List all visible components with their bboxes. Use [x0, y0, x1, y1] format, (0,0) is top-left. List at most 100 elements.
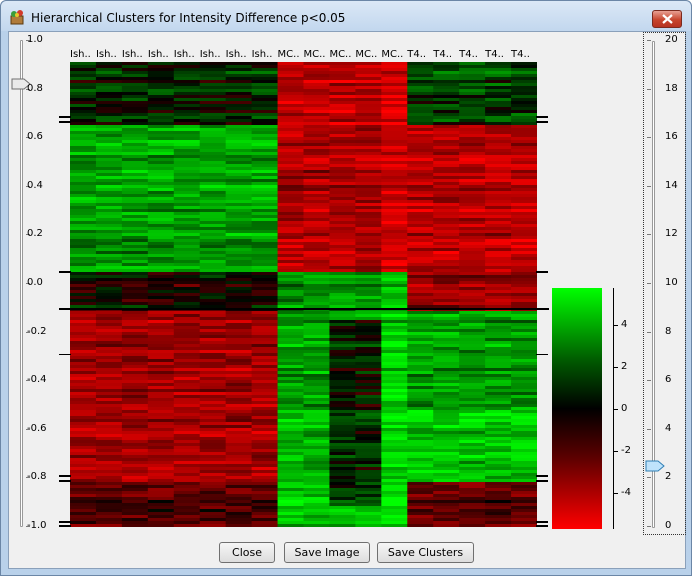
right_slider-tick: [647, 477, 651, 479]
save-image-button[interactable]: Save Image: [284, 542, 370, 563]
left_slider-tick-label: 0.2: [27, 228, 43, 240]
right_slider-tick-label: 6: [665, 374, 672, 386]
heatmap-cell: [407, 524, 434, 527]
cluster-cut-line: [59, 521, 71, 523]
cluster-cut-line: [59, 116, 71, 118]
right_slider-tick: [647, 526, 651, 527]
column-header: Ish..: [70, 49, 91, 60]
cluster-cut-line: [536, 480, 548, 482]
left_slider-tick-label: 0.8: [27, 82, 43, 94]
dialog-window: Hierarchical Clusters for Intensity Diff…: [0, 0, 692, 576]
cluster-cut-line: [59, 121, 71, 123]
left-slider-track[interactable]: [20, 40, 23, 527]
right_slider-tick: [647, 380, 651, 382]
left_slider-tick-label: -0.8: [27, 471, 47, 483]
left_slider-tick-label: 1.0: [27, 34, 43, 45]
window-close-button[interactable]: [652, 10, 682, 28]
right_slider-tick: [647, 234, 651, 236]
cluster-cut-line: [59, 271, 71, 273]
column-header: Ish..: [251, 49, 273, 60]
column-header: MC..: [329, 49, 352, 60]
column-header: MC..: [381, 49, 404, 60]
column-header: Ish..: [147, 49, 169, 60]
left_slider-tick-label: -0.4: [27, 374, 47, 386]
heatmap-cell: [381, 524, 408, 527]
right_slider-tick-label: 20: [665, 34, 678, 45]
heatmap-cell: [95, 524, 123, 527]
right_slider-tick-label: 4: [665, 422, 672, 434]
heatmap-cell: [511, 524, 537, 527]
cluster-cut-line: [536, 525, 548, 527]
right_slider-tick: [647, 331, 651, 333]
column-header: T4..: [459, 49, 478, 60]
cluster-cut-line: [59, 525, 71, 527]
right-slider-track[interactable]: [652, 41, 655, 528]
heatmap-cell: [251, 524, 279, 527]
column-header: MC..: [355, 49, 378, 60]
right_slider-tick-label: 18: [665, 82, 678, 94]
heatmap-cell: [225, 524, 253, 527]
right_slider-tick: [647, 40, 651, 41]
column-header: Ish..: [121, 49, 143, 60]
column-header: T4..: [511, 49, 530, 60]
color-scale-label: -4: [621, 487, 631, 498]
heatmap-cell: [277, 524, 305, 527]
left_slider-tick-label: 0.6: [27, 131, 43, 143]
left_slider-tick-label: 0.0: [27, 277, 43, 288]
color-scale-tick: [613, 367, 618, 368]
column-header: MC..: [277, 49, 300, 60]
heatmap-cell: [485, 524, 512, 527]
close-button[interactable]: Close: [219, 542, 275, 563]
right_slider-tick: [647, 88, 651, 90]
right_slider-tick-label: 10: [665, 277, 678, 288]
color-scale-label: 4: [621, 319, 628, 330]
right_slider-tick-label: 8: [665, 325, 672, 337]
heatmap-cell: [173, 524, 201, 527]
close-icon: [662, 14, 673, 24]
right_slider-tick: [647, 137, 651, 139]
left_slider-tick-label: -1.0: [27, 520, 47, 531]
cluster-cut-line: [536, 475, 548, 477]
client-area: 1.0 0.8 0.6 0.4 0.2 0.0 -0.2 -0.4 -0.6 -0.8 -1.0 20…: [8, 31, 686, 569]
column-header: T4..: [407, 49, 427, 60]
column-header: Ish..: [225, 49, 247, 60]
color-scale-tick: [613, 325, 618, 326]
right_slider-tick: [647, 283, 651, 284]
heatmap-cell: [433, 524, 460, 527]
right_slider-tick: [647, 428, 651, 430]
cluster-cut-line: [536, 521, 548, 523]
color-scale-label: 2: [621, 361, 628, 372]
right-slider-thumb[interactable]: [645, 460, 665, 472]
heatmap-cell: [121, 524, 149, 527]
column-header: T4..: [485, 49, 504, 60]
column-header: T4..: [433, 49, 453, 60]
color-scale-label: 0: [621, 403, 628, 414]
heatmap-cell: [147, 524, 175, 527]
right_slider-tick-label: 14: [665, 179, 678, 191]
left_slider-tick-label: -0.6: [27, 422, 47, 434]
column-header: Ish..: [173, 49, 195, 60]
heatmap-cell: [303, 524, 331, 527]
cluster-cut-line: [59, 308, 549, 310]
window-title: Hierarchical Clusters for Intensity Diff…: [31, 11, 346, 25]
column-header: MC..: [303, 49, 326, 60]
app-icon: [10, 10, 24, 25]
left_slider-tick-label: 0.4: [27, 179, 43, 191]
right_slider-tick: [647, 185, 651, 187]
heatmap-cell: [329, 524, 356, 527]
color-scale-tick: [613, 493, 618, 494]
heatmap-cell: [199, 524, 227, 527]
cluster-cut-line: [536, 121, 548, 123]
save-clusters-button[interactable]: Save Clusters: [377, 542, 474, 563]
left_slider-tick-label: -0.2: [27, 325, 47, 337]
color-scale-tick: [613, 409, 618, 410]
title-bar[interactable]: Hierarchical Clusters for Intensity Diff…: [1, 1, 691, 31]
color-scale-bar: [552, 288, 602, 529]
cluster-cut-line: [536, 116, 548, 118]
column-header: Ish..: [199, 49, 221, 60]
cluster-cut-line: [536, 271, 548, 273]
cluster-cut-line: [59, 480, 71, 482]
color-scale-label: -2: [621, 445, 631, 456]
cluster-cut-line: [59, 475, 71, 477]
heatmap-cell: [355, 524, 382, 527]
